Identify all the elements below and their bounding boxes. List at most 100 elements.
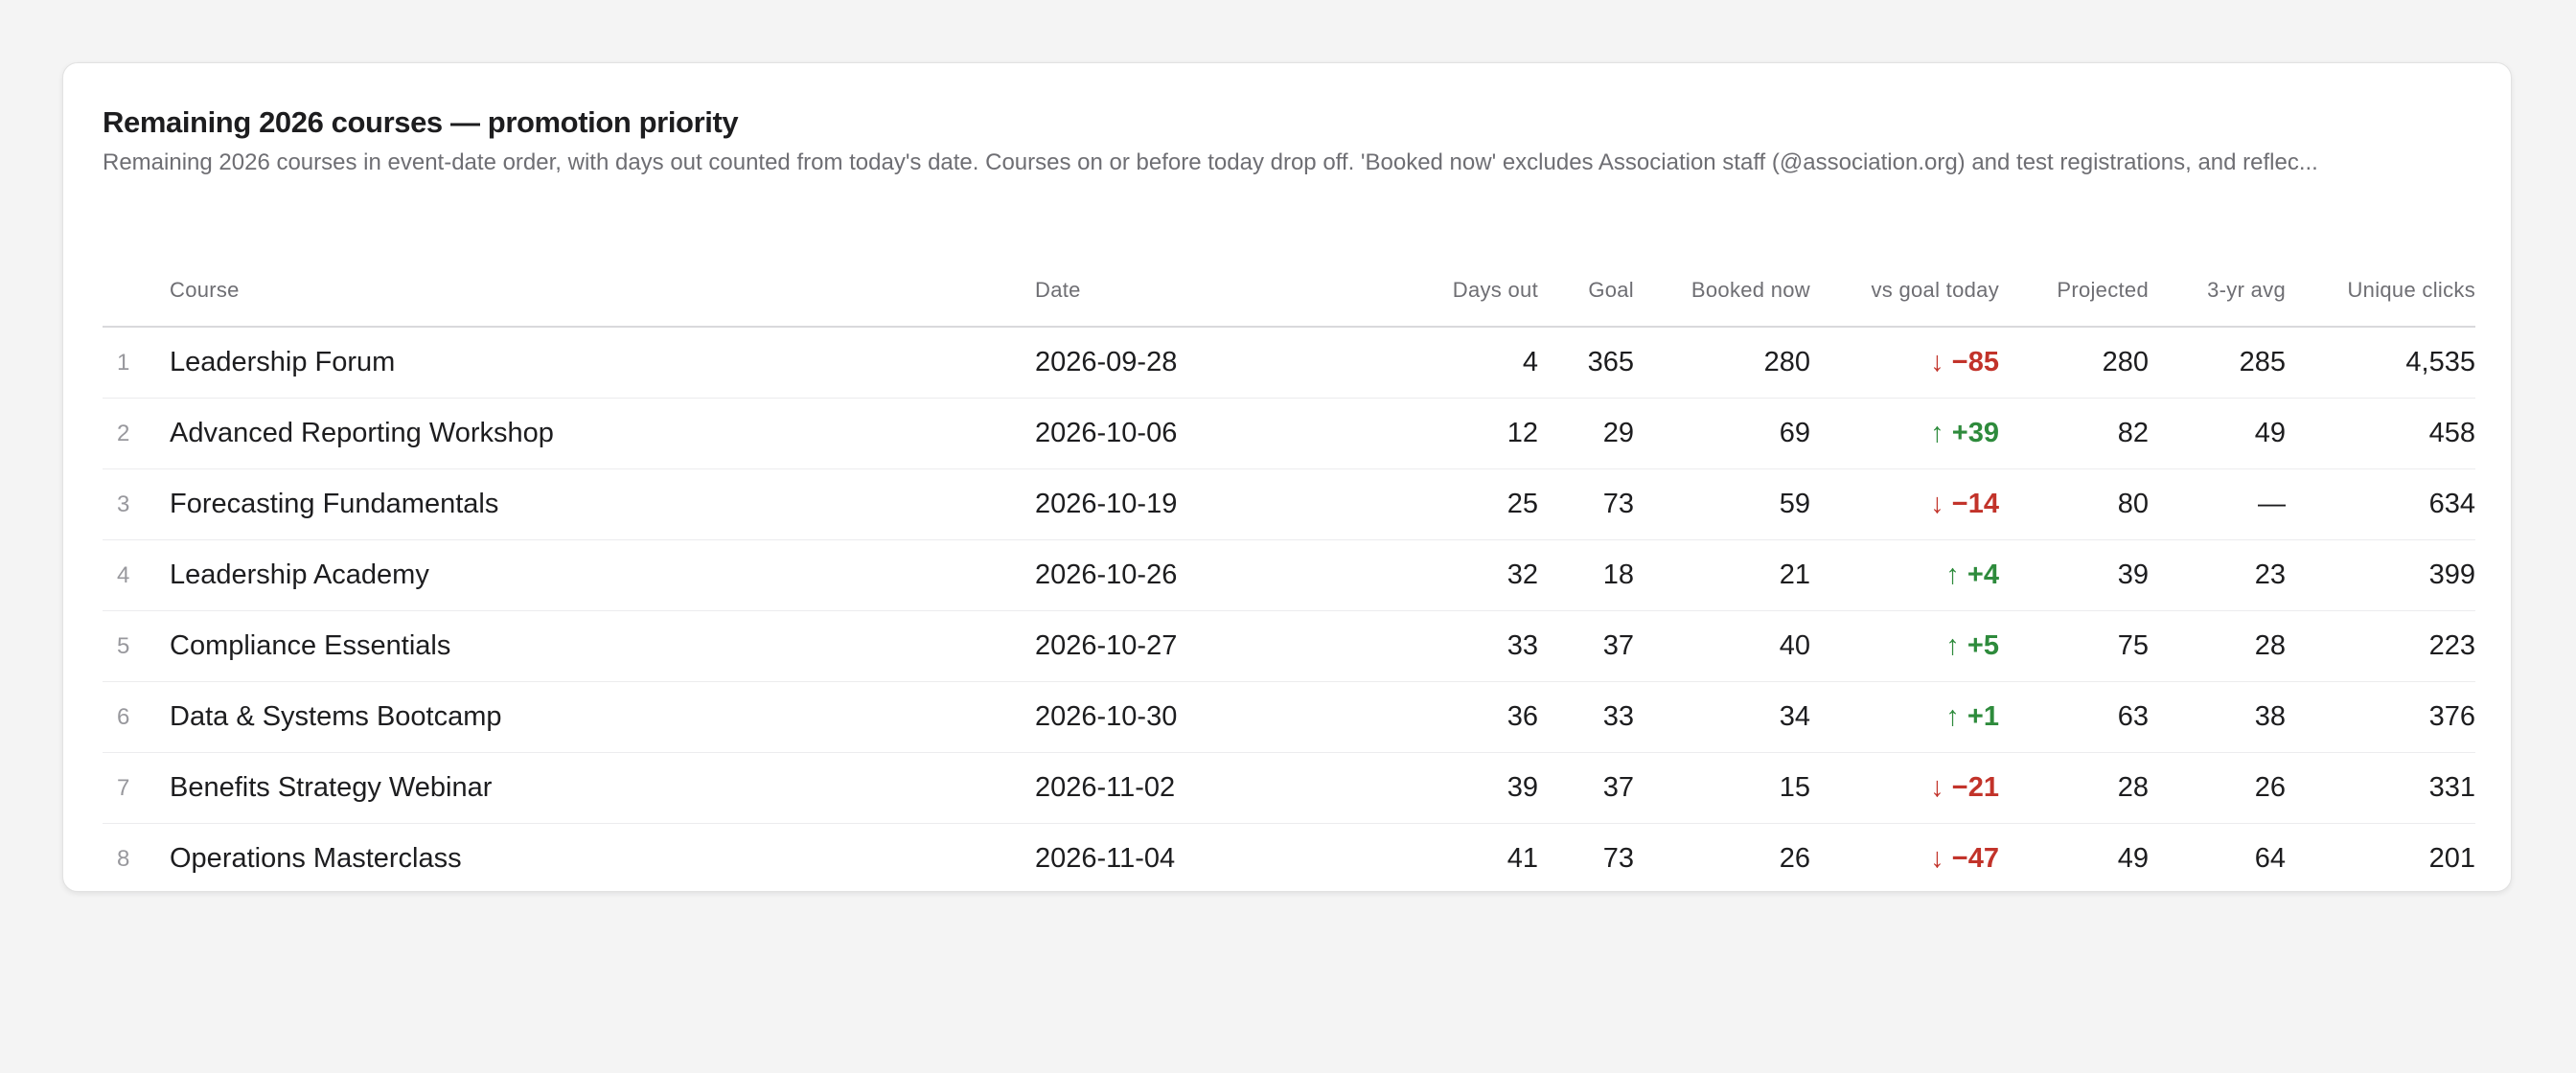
course-date: 2026-10-27 <box>1035 610 1284 682</box>
arrow-up-icon: ↑ <box>1930 418 1944 448</box>
arrow-up-icon: ↑ <box>1945 630 1960 661</box>
vs-goal-cell: ↓ −14 <box>1810 468 1999 540</box>
days-out-value: 25 <box>1284 468 1538 540</box>
table-header-row: Course Date Days out Goal Booked now vs … <box>103 255 2475 328</box>
unique-clicks-value: 458 <box>2286 398 2475 469</box>
row-index: 2 <box>103 398 170 469</box>
arrow-down-icon: ↓ <box>1930 843 1944 874</box>
goal-value: 365 <box>1538 327 1634 399</box>
vs-goal-value: −21 <box>1951 772 1999 803</box>
course-priority-card: Remaining 2026 courses — promotion prior… <box>62 62 2512 895</box>
goal-value: 18 <box>1538 539 1634 611</box>
booked-now-value: 21 <box>1634 539 1810 611</box>
course-date: 2026-11-04 <box>1035 823 1284 895</box>
vs-goal-value: +4 <box>1966 559 1999 590</box>
table-row[interactable]: 3 Forecasting Fundamentals 2026-10-19 25… <box>103 468 2475 540</box>
vs-goal-cell: ↑ +5 <box>1810 610 1999 682</box>
booked-now-value: 15 <box>1634 752 1810 824</box>
unique-clicks-value: 331 <box>2286 752 2475 824</box>
header-3yr-avg[interactable]: 3-yr avg <box>2149 255 2286 328</box>
booked-now-value: 40 <box>1634 610 1810 682</box>
header-booked-now[interactable]: Booked now <box>1634 255 1810 328</box>
course-date: 2026-10-19 <box>1035 468 1284 540</box>
booked-now-value: 59 <box>1634 468 1810 540</box>
arrow-up-icon: ↑ <box>1945 559 1960 590</box>
course-name: Advanced Reporting Workshop <box>170 398 1035 469</box>
projected-value: 80 <box>1999 468 2149 540</box>
days-out-value: 41 <box>1284 823 1538 895</box>
unique-clicks-value: 399 <box>2286 539 2475 611</box>
projected-value: 82 <box>1999 398 2149 469</box>
arrow-down-icon: ↓ <box>1930 347 1944 377</box>
vs-goal-cell: ↓ −85 <box>1810 327 1999 399</box>
vs-goal-cell: ↑ +39 <box>1810 398 1999 469</box>
goal-value: 37 <box>1538 752 1634 824</box>
goal-value: 29 <box>1538 398 1634 469</box>
table-row[interactable]: 5 Compliance Essentials 2026-10-27 33 37… <box>103 610 2475 682</box>
unique-clicks-value: 223 <box>2286 610 2475 682</box>
row-index: 8 <box>103 823 170 895</box>
header-days-out[interactable]: Days out <box>1284 255 1538 328</box>
booked-now-value: 26 <box>1634 823 1810 895</box>
projected-value: 75 <box>1999 610 2149 682</box>
three-year-avg-value: 64 <box>2149 823 2286 895</box>
days-out-value: 33 <box>1284 610 1538 682</box>
header-date[interactable]: Date <box>1035 255 1284 328</box>
unique-clicks-value: 4,535 <box>2286 327 2475 399</box>
course-name: Leadership Forum <box>170 327 1035 399</box>
unique-clicks-value: 376 <box>2286 681 2475 753</box>
booked-now-value: 34 <box>1634 681 1810 753</box>
table-row[interactable]: 1 Leadership Forum 2026-09-28 4 365 280 … <box>103 327 2475 399</box>
course-date: 2026-10-06 <box>1035 398 1284 469</box>
course-date: 2026-10-26 <box>1035 539 1284 611</box>
days-out-value: 36 <box>1284 681 1538 753</box>
row-index: 5 <box>103 610 170 682</box>
three-year-avg-value: — <box>2149 468 2286 540</box>
goal-value: 73 <box>1538 823 1634 895</box>
projected-value: 49 <box>1999 823 2149 895</box>
table-row[interactable]: 8 Operations Masterclass 2026-11-04 41 7… <box>103 823 2475 895</box>
vs-goal-cell: ↓ −47 <box>1810 823 1999 895</box>
header-projected[interactable]: Projected <box>1999 255 2149 328</box>
vs-goal-cell: ↑ +1 <box>1810 681 1999 753</box>
vs-goal-value: −85 <box>1951 347 1999 377</box>
course-date: 2026-11-02 <box>1035 752 1284 824</box>
vs-goal-cell: ↑ +4 <box>1810 539 1999 611</box>
days-out-value: 39 <box>1284 752 1538 824</box>
arrow-down-icon: ↓ <box>1930 772 1944 803</box>
course-name: Benefits Strategy Webinar <box>170 752 1035 824</box>
vs-goal-value: −14 <box>1951 489 1999 519</box>
row-index: 4 <box>103 539 170 611</box>
three-year-avg-value: 49 <box>2149 398 2286 469</box>
course-date: 2026-10-30 <box>1035 681 1284 753</box>
table-row[interactable]: 7 Benefits Strategy Webinar 2026-11-02 3… <box>103 752 2475 824</box>
course-name: Data & Systems Bootcamp <box>170 681 1035 753</box>
unique-clicks-value: 201 <box>2286 823 2475 895</box>
row-index: 7 <box>103 752 170 824</box>
header-unique-clicks[interactable]: Unique clicks <box>2286 255 2475 328</box>
three-year-avg-value: 28 <box>2149 610 2286 682</box>
table-row[interactable]: 2 Advanced Reporting Workshop 2026-10-06… <box>103 398 2475 469</box>
three-year-avg-value: 38 <box>2149 681 2286 753</box>
header-vs-goal[interactable]: vs goal today <box>1810 255 1999 328</box>
vs-goal-value: +39 <box>1951 418 1999 448</box>
course-name: Compliance Essentials <box>170 610 1035 682</box>
card-subtitle: Remaining 2026 courses in event-date ord… <box>103 149 2318 175</box>
card-title: Remaining 2026 courses — promotion prior… <box>103 105 739 139</box>
days-out-value: 32 <box>1284 539 1538 611</box>
goal-value: 73 <box>1538 468 1634 540</box>
row-index: 3 <box>103 468 170 540</box>
table-row[interactable]: 6 Data & Systems Bootcamp 2026-10-30 36 … <box>103 681 2475 753</box>
header-goal[interactable]: Goal <box>1538 255 1634 328</box>
three-year-avg-value: 23 <box>2149 539 2286 611</box>
course-name: Forecasting Fundamentals <box>170 468 1035 540</box>
header-course[interactable]: Course <box>170 255 1035 328</box>
row-index: 1 <box>103 327 170 399</box>
projected-value: 280 <box>1999 327 2149 399</box>
table-row[interactable]: 4 Leadership Academy 2026-10-26 32 18 21… <box>103 539 2475 611</box>
course-table: Course Date Days out Goal Booked now vs … <box>103 255 2475 895</box>
goal-value: 37 <box>1538 610 1634 682</box>
unique-clicks-value: 634 <box>2286 468 2475 540</box>
booked-now-value: 280 <box>1634 327 1810 399</box>
vs-goal-value: −47 <box>1951 843 1999 874</box>
